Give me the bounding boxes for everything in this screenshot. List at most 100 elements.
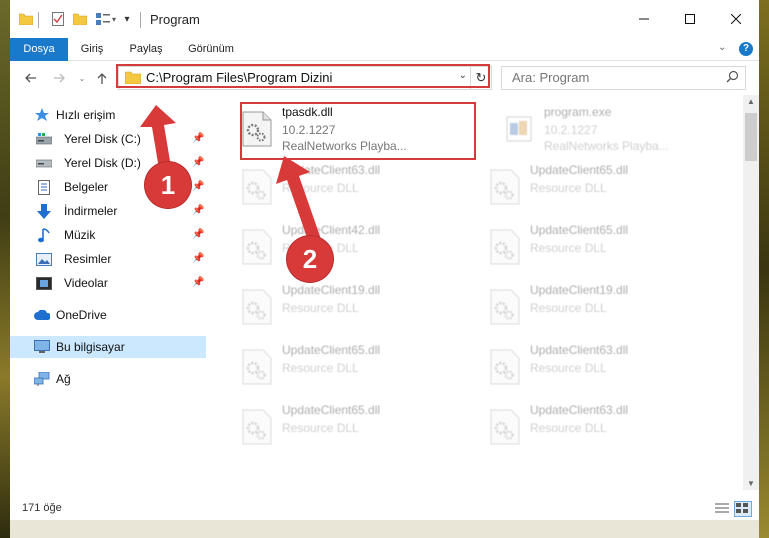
dll-gear-icon: [242, 169, 272, 205]
folder-icon[interactable]: [18, 10, 34, 28]
network-icon: [34, 371, 50, 387]
step-2-badge: 2: [287, 236, 333, 282]
file-item[interactable]: UpdateClient65.dll Resource DLL: [478, 159, 718, 215]
help-icon[interactable]: ?: [739, 42, 753, 56]
file-name: UpdateClient65.dll: [282, 403, 381, 417]
sidebar-item-label: OneDrive: [56, 308, 107, 322]
address-highlight: [116, 64, 490, 88]
close-button[interactable]: [713, 0, 759, 38]
search-box[interactable]: Ara: Program: [501, 66, 746, 90]
dll-gear-icon: [242, 229, 272, 265]
sidebar-item-label: Ağ: [56, 372, 71, 386]
computer-icon: [34, 339, 50, 355]
file-name: UpdateClient19.dll: [282, 283, 381, 297]
pin-icon[interactable]: 📌: [192, 157, 204, 168]
music-icon: [36, 227, 52, 243]
chevron-down-icon[interactable]: ▾: [110, 10, 118, 28]
forward-button[interactable]: [50, 69, 70, 87]
pictures-icon: [36, 251, 52, 267]
search-icon[interactable]: [726, 70, 739, 86]
file-type: Resource DLL: [530, 361, 607, 375]
window-title: Program: [150, 12, 200, 27]
sidebar-item-onedrive[interactable]: OneDrive: [10, 304, 206, 326]
file-item[interactable]: UpdateClient65.dll Resource DLL: [478, 219, 718, 275]
pin-icon[interactable]: 📌: [192, 277, 204, 288]
desktop-background-left: [0, 0, 10, 538]
file-type: Resource DLL: [530, 301, 607, 315]
file-item[interactable]: UpdateClient63.dll Resource DLL: [478, 399, 718, 455]
file-item[interactable]: UpdateClient42.dll Resource DLL: [230, 219, 470, 275]
collapse-ribbon-icon[interactable]: ⌄: [718, 42, 726, 53]
details-view-icon[interactable]: [714, 501, 732, 517]
file-company: RealNetworks Playba...: [544, 139, 669, 153]
drive-icon: [36, 131, 52, 147]
star-icon: [34, 107, 50, 123]
back-button[interactable]: [20, 69, 40, 87]
scroll-up-icon[interactable]: ▲: [747, 97, 755, 106]
step-1-badge: 1: [145, 162, 191, 208]
file-name: UpdateClient19.dll: [530, 283, 629, 297]
dll-gear-icon: [490, 409, 520, 445]
status-bar: 171 öğe: [10, 496, 759, 520]
scroll-down-icon[interactable]: ▼: [747, 479, 755, 488]
pin-icon[interactable]: 📌: [192, 229, 204, 240]
new-folder-icon[interactable]: [72, 10, 88, 28]
file-item[interactable]: UpdateClient19.dll Resource DLL: [230, 279, 470, 335]
recent-locations-icon[interactable]: ⌄: [72, 69, 92, 87]
file-type: Resource DLL: [282, 301, 359, 315]
file-type: Resource DLL: [530, 241, 607, 255]
file-item-program-exe[interactable]: program.exe 10.2.1227 RealNetworks Playb…: [492, 101, 732, 157]
file-type: Resource DLL: [282, 361, 359, 375]
sidebar-item-label: Bu bilgisayar: [56, 340, 125, 354]
tab-view[interactable]: Görünüm: [182, 38, 240, 60]
documents-icon: [36, 179, 52, 195]
sidebar-item-videos[interactable]: Videolar 📌: [10, 272, 206, 294]
properties-icon[interactable]: [50, 10, 66, 28]
tab-share[interactable]: Paylaş: [124, 38, 168, 60]
pin-icon[interactable]: 📌: [192, 205, 204, 216]
desktop-background-right: [759, 0, 769, 538]
dll-gear-icon: [242, 289, 272, 325]
taskbar-edge: [10, 520, 759, 538]
cloud-icon: [34, 307, 50, 323]
dll-gear-icon: [490, 229, 520, 265]
file-item[interactable]: UpdateClient65.dll Resource DLL: [230, 339, 470, 395]
minimize-button[interactable]: [621, 0, 667, 38]
download-icon: [36, 203, 52, 219]
sidebar-item-music[interactable]: Müzik 📌: [10, 224, 206, 246]
search-input[interactable]: Ara: Program: [512, 70, 589, 85]
ribbon-tabs: Dosya Giriş Paylaş Görünüm ⌄ ?: [10, 38, 759, 94]
explorer-window: ▾ ▾ Program Dosya Giriş Paylaş Görünüm ⌄…: [10, 0, 759, 538]
pin-icon[interactable]: 📌: [192, 253, 204, 264]
sidebar-item-pictures[interactable]: Resimler 📌: [10, 248, 206, 270]
sidebar-item-this-pc[interactable]: Bu bilgisayar: [10, 336, 206, 358]
dll-gear-icon: [242, 409, 272, 445]
sidebar-item-label: Videolar: [64, 276, 108, 290]
videos-icon: [36, 275, 52, 291]
file-version: 10.2.1227: [544, 123, 598, 137]
divider: [38, 12, 39, 28]
large-icons-view-icon[interactable]: [734, 501, 752, 517]
file-type: Resource DLL: [282, 421, 359, 435]
scrollbar-thumb[interactable]: [745, 113, 757, 161]
file-item[interactable]: UpdateClient63.dll Resource DLL: [478, 339, 718, 395]
file-item[interactable]: UpdateClient19.dll Resource DLL: [478, 279, 718, 335]
customize-quick-access-icon[interactable]: ▾: [122, 10, 132, 28]
pin-icon[interactable]: 📌: [192, 181, 204, 192]
sidebar-item-network[interactable]: Ağ: [10, 368, 206, 390]
title-bar: ▾ ▾ Program: [10, 0, 759, 38]
tab-home[interactable]: Giriş: [74, 38, 110, 60]
file-item[interactable]: UpdateClient63.dll Resource DLL: [230, 159, 470, 215]
dll-gear-icon: [490, 349, 520, 385]
file-name: UpdateClient63.dll: [530, 343, 629, 357]
divider: [140, 12, 141, 28]
dll-gear-icon: [490, 169, 520, 205]
vertical-scrollbar[interactable]: ▲ ▼: [743, 95, 759, 490]
sidebar-item-label: Hızlı erişim: [56, 108, 116, 122]
maximize-button[interactable]: [667, 0, 713, 38]
pin-icon[interactable]: 📌: [192, 133, 204, 144]
sidebar-item-label: Resimler: [64, 252, 112, 266]
file-item[interactable]: UpdateClient65.dll Resource DLL: [230, 399, 470, 455]
dll-gear-icon: [490, 289, 520, 325]
up-button[interactable]: [92, 69, 112, 87]
